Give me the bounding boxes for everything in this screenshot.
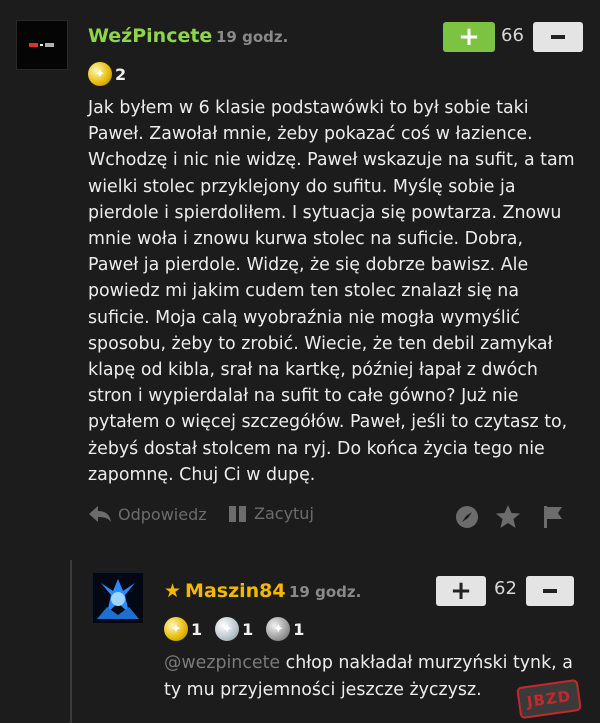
- badge-count: 1: [242, 619, 254, 639]
- avatar-logo-icon: [29, 43, 54, 47]
- minus-icon: [543, 589, 557, 593]
- reply-button[interactable]: Odpowiedz: [88, 504, 207, 524]
- mention-link[interactable]: @wezpincete: [164, 653, 280, 673]
- badge-count: 1: [191, 619, 203, 639]
- quote-button[interactable]: Zacytuj: [228, 504, 314, 523]
- reply-downvote-button[interactable]: [526, 576, 574, 606]
- watermark-text: JBZD: [525, 687, 573, 711]
- reply-upvote-button[interactable]: +: [436, 576, 486, 606]
- star-rank-icon: ★: [164, 580, 182, 602]
- reply-time: 19 godz.: [289, 583, 362, 601]
- medal-icon: ✦: [266, 617, 291, 641]
- comment-username[interactable]: WeźPincete: [88, 25, 212, 47]
- medal-icon: ✦: [88, 62, 112, 86]
- compass-icon[interactable]: [454, 504, 480, 530]
- upvote-button[interactable]: +: [443, 22, 495, 52]
- comment-actions: Odpowiedz Zacytuj: [88, 504, 578, 530]
- medal-icon: ✦: [164, 617, 188, 641]
- reply-arrow-icon: [89, 506, 111, 522]
- reply-username[interactable]: ★ Maszin84: [164, 580, 286, 602]
- comment-body: Jak byłem w 6 klasie podstawówki to był …: [88, 98, 575, 485]
- medal-icon: ✦: [215, 617, 240, 641]
- star-icon[interactable]: [495, 504, 521, 530]
- reply-badges: ✦ 1 ✦ 1 ✦ 1: [164, 616, 314, 642]
- reply-username-text: Maszin84: [185, 580, 286, 602]
- avatar[interactable]: [16, 20, 68, 70]
- comments-page: WeźPincete 19 godz. + 66 ✦ 2 Jak byłem w…: [0, 0, 600, 723]
- comment-time: 19 godz.: [216, 28, 289, 46]
- badge-count: 2: [115, 64, 127, 84]
- minus-icon: [551, 35, 565, 39]
- downvote-button[interactable]: [533, 22, 583, 52]
- vote-count: 66: [501, 25, 524, 46]
- reply-avatar[interactable]: [93, 573, 143, 623]
- quote-label: Zacytuj: [254, 504, 314, 523]
- reply-vote-count: 62: [494, 578, 517, 599]
- badge-count: 1: [293, 619, 305, 639]
- badges: ✦ 2: [88, 61, 136, 87]
- avatar-image: [93, 573, 143, 623]
- flag-icon[interactable]: [540, 504, 566, 530]
- thread-line: [70, 560, 72, 723]
- reply-label: Odpowiedz: [118, 504, 207, 524]
- quote-icon: [229, 505, 246, 522]
